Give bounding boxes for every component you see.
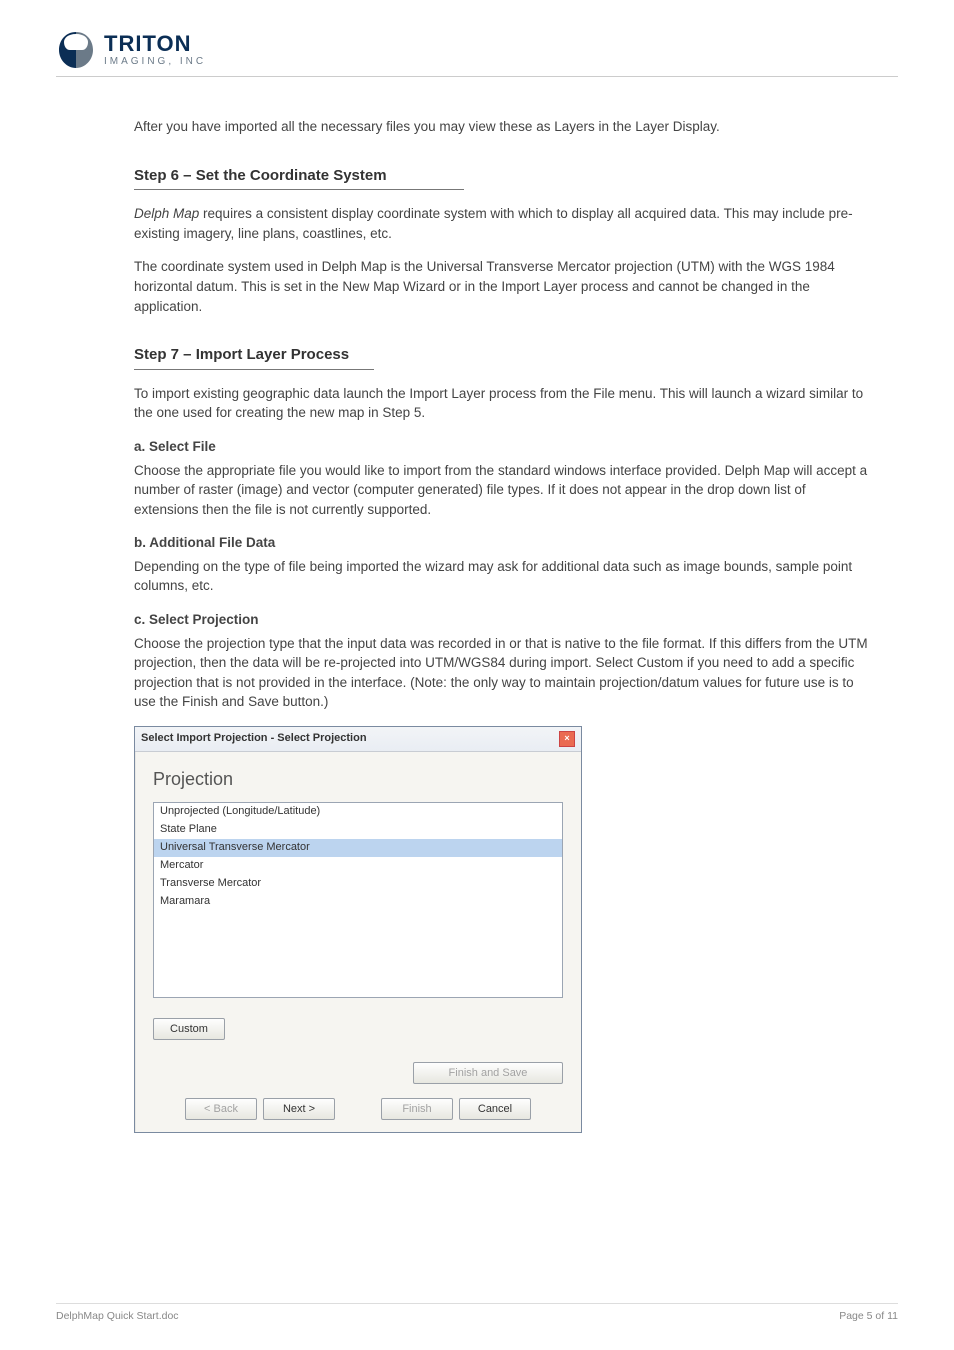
brand-tagline: IMAGING, INC	[104, 57, 206, 67]
footer-page: Page 5 of 11	[839, 1310, 898, 1322]
triton-logo-icon	[56, 30, 96, 70]
projection-dialog: Select Import Projection - Select Projec…	[134, 726, 582, 1133]
projection-label: Projection	[153, 766, 563, 792]
step6-p1: Delph Map requires a consistent display …	[134, 204, 868, 243]
item-b-title: b. Additional File Data	[134, 533, 868, 553]
close-icon[interactable]: ×	[559, 731, 575, 747]
item-c-title: c. Select Projection	[134, 610, 868, 630]
list-item[interactable]: Maramara	[154, 893, 562, 911]
list-item[interactable]: State Plane	[154, 821, 562, 839]
custom-button[interactable]: Custom	[153, 1018, 225, 1040]
list-item[interactable]: Universal Transverse Mercator	[154, 839, 562, 857]
step6-heading: Step 6 – Set the Coordinate System	[134, 165, 868, 187]
step7-p1: To import existing geographic data launc…	[134, 384, 868, 423]
list-item[interactable]: Unprojected (Longitude/Latitude)	[154, 803, 562, 821]
finish-save-button[interactable]: Finish and Save	[413, 1062, 563, 1084]
brand-logo: TRITON IMAGING, INC	[56, 30, 206, 70]
list-item[interactable]: Transverse Mercator	[154, 875, 562, 893]
page-footer: DelphMap Quick Start.doc Page 5 of 11	[56, 1303, 898, 1322]
list-item[interactable]: Mercator	[154, 857, 562, 875]
finish-button[interactable]: Finish	[381, 1098, 453, 1120]
step6-p2: The coordinate system used in Delph Map …	[134, 257, 868, 316]
item-b-body: Depending on the type of file being impo…	[134, 557, 868, 596]
next-button[interactable]: Next >	[263, 1098, 335, 1120]
dialog-title: Select Import Projection - Select Projec…	[141, 731, 367, 747]
intro-text: After you have imported all the necessar…	[134, 117, 868, 137]
item-a-title: a. Select File	[134, 437, 868, 457]
footer-filename: DelphMap Quick Start.doc	[56, 1310, 179, 1322]
cancel-button[interactable]: Cancel	[459, 1098, 531, 1120]
item-c-body: Choose the projection type that the inpu…	[134, 634, 868, 712]
step7-heading: Step 7 – Import Layer Process	[134, 344, 868, 366]
projection-listbox[interactable]: Unprojected (Longitude/Latitude) State P…	[153, 802, 563, 998]
brand-name: TRITON	[104, 33, 206, 55]
divider	[134, 369, 374, 370]
divider	[134, 189, 464, 190]
item-a-body: Choose the appropriate file you would li…	[134, 461, 868, 520]
page-header: TRITON IMAGING, INC	[56, 30, 898, 77]
back-button[interactable]: < Back	[185, 1098, 257, 1120]
